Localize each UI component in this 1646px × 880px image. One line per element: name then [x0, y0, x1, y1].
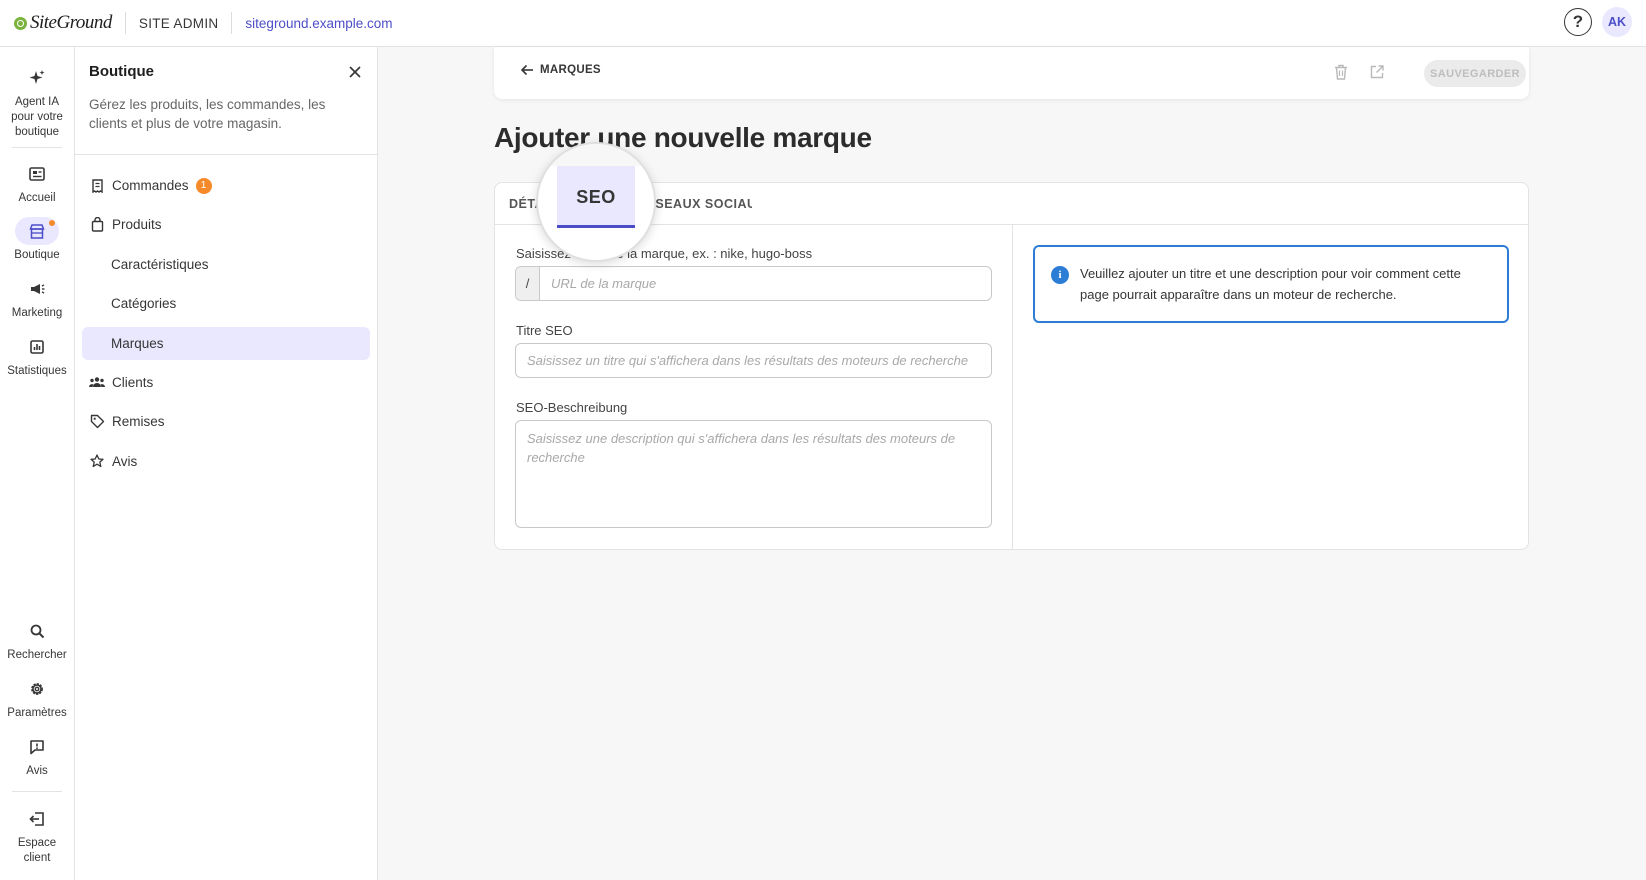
- open-external-button[interactable]: [1368, 63, 1386, 81]
- help-button[interactable]: ?: [1564, 8, 1592, 36]
- info-text: Veuillez ajouter un titre et une descrip…: [1080, 266, 1461, 302]
- url-input-group: /: [515, 266, 992, 301]
- rail-item-label: Agent IA pour votre boutique: [11, 96, 63, 138]
- seo-title-label: Titre SEO: [516, 323, 573, 338]
- magnifier-background: [538, 144, 654, 166]
- rail-item-stats[interactable]: Statistiques: [0, 333, 74, 379]
- tab-magnifier: SEO: [536, 142, 656, 262]
- rail-item-feedback[interactable]: Avis: [0, 733, 74, 779]
- megaphone-icon: [23, 275, 51, 303]
- back-to-brands-link[interactable]: MARQUES: [520, 64, 601, 76]
- feedback-icon: [23, 733, 51, 761]
- divider: [124, 12, 126, 34]
- star-icon: [89, 453, 105, 469]
- rail-item-ai-agent[interactable]: Agent IA pour votre boutique: [0, 64, 74, 140]
- orders-count-badge: 1: [195, 177, 212, 194]
- rail-item-marketing[interactable]: Marketing: [0, 275, 74, 321]
- shopping-bag-icon: [89, 217, 105, 233]
- divider: [12, 147, 62, 148]
- panel-title: Boutique: [89, 63, 154, 80]
- back-link-label: MARQUES: [540, 64, 601, 76]
- divider: [231, 12, 233, 34]
- icon-rail: Agent IA pour votre boutique Accueil Bou…: [0, 47, 75, 880]
- rail-item-label: Paramètres: [7, 707, 67, 719]
- nav-item-features[interactable]: Caractéristiques: [82, 248, 370, 281]
- logo-text: SiteGround: [30, 12, 112, 33]
- url-input[interactable]: [540, 267, 991, 300]
- nav-item-categories[interactable]: Catégories: [82, 287, 370, 320]
- seo-title-input[interactable]: [516, 344, 991, 377]
- close-icon[interactable]: [347, 64, 363, 80]
- arrow-left-icon: [520, 64, 533, 76]
- tab-social[interactable]: RÉSEAUX SOCIAUX: [652, 183, 752, 225]
- chart-icon: [23, 333, 51, 361]
- panel-header: Boutique Gérez les produits, les command…: [75, 47, 377, 155]
- delete-button[interactable]: [1332, 63, 1350, 81]
- rail-item-label: Marketing: [11, 307, 63, 319]
- nav-item-label: Avis: [112, 453, 138, 469]
- rail-item-home[interactable]: Accueil: [0, 160, 74, 206]
- gear-icon: [23, 675, 51, 703]
- dashboard-icon: [23, 160, 51, 188]
- nav-item-products[interactable]: Produits: [82, 208, 370, 241]
- siteground-logo[interactable]: SiteGround: [14, 12, 112, 34]
- external-link-icon: [1370, 65, 1384, 79]
- users-icon: [89, 374, 105, 390]
- receipt-icon: [89, 178, 105, 194]
- rail-item-client-area[interactable]: Espace client: [0, 805, 74, 866]
- nav-item-orders[interactable]: Commandes 1: [82, 169, 370, 202]
- tab-seo[interactable]: SEO: [557, 166, 635, 228]
- seo-form: Saisissez l'URL de la marque, ex. : nike…: [495, 225, 1013, 550]
- rail-item-search[interactable]: Rechercher: [0, 617, 74, 663]
- tag-icon: [89, 414, 105, 430]
- save-button[interactable]: SAUVEGARDER: [1424, 60, 1526, 87]
- avatar[interactable]: AK: [1602, 7, 1632, 37]
- nav-item-brands[interactable]: Marques: [82, 326, 370, 360]
- shop-panel: Boutique Gérez les produits, les command…: [75, 47, 378, 880]
- trash-icon: [1335, 64, 1347, 80]
- rail-item-settings[interactable]: Paramètres: [0, 675, 74, 721]
- seo-description-label: SEO-Beschreibung: [516, 400, 628, 415]
- search-icon: [23, 617, 51, 645]
- nav-item-label: Produits: [112, 217, 162, 233]
- logout-icon: [23, 805, 51, 833]
- seo-description-textarea[interactable]: [515, 420, 992, 528]
- tab-social-clip: RÉSEAUX SOCIAUX: [652, 183, 752, 225]
- rail-item-label: Rechercher: [7, 649, 67, 661]
- rail-item-label: Avis: [26, 765, 48, 777]
- nav-item-reviews[interactable]: Avis: [82, 445, 370, 478]
- action-bar: MARQUES SAUVEGARDER: [494, 47, 1529, 99]
- nav-item-label: Caractéristiques: [111, 256, 209, 272]
- nav-item-customers[interactable]: Clients: [82, 366, 370, 399]
- rail-item-label: Accueil: [18, 192, 56, 204]
- seo-preview-info: i Veuillez ajouter un titre et une descr…: [1033, 245, 1509, 323]
- logo-icon: [14, 16, 27, 30]
- rail-item-label: Espace client: [17, 837, 57, 864]
- brand-form-card: DÉTAILS RÉSEAUX SOCIAUX Saisissez l'URL …: [494, 182, 1529, 550]
- url-prefix: /: [516, 267, 540, 300]
- nav-item-discounts[interactable]: Remises: [82, 405, 370, 438]
- store-icon: [15, 217, 59, 245]
- top-bar: SiteGround SITE ADMIN siteground.example…: [0, 0, 1646, 47]
- nav-item-label: Commandes: [112, 178, 189, 193]
- divider: [12, 791, 62, 792]
- seo-title-input-group: [515, 343, 992, 378]
- site-url-link[interactable]: siteground.example.com: [245, 16, 392, 31]
- rail-item-label: Statistiques: [7, 365, 67, 377]
- panel-description: Gérez les produits, les commandes, les c…: [89, 97, 326, 131]
- sparkle-icon: [23, 64, 51, 92]
- rail-item-label: Boutique: [14, 249, 60, 261]
- nav-item-label: Catégories: [111, 296, 177, 312]
- nav-item-label: Marques: [111, 335, 164, 351]
- info-icon: i: [1051, 266, 1069, 284]
- shop-nav: Commandes 1 Produits Caractéristiques Ca…: [75, 155, 377, 478]
- main-content: MARQUES SAUVEGARDER Ajouter une nouvelle…: [379, 47, 1646, 880]
- nav-item-label: Clients: [112, 374, 154, 390]
- site-admin-label: SITE ADMIN: [138, 15, 219, 31]
- rail-item-shop[interactable]: Boutique: [0, 217, 74, 263]
- nav-item-label: Remises: [112, 414, 165, 430]
